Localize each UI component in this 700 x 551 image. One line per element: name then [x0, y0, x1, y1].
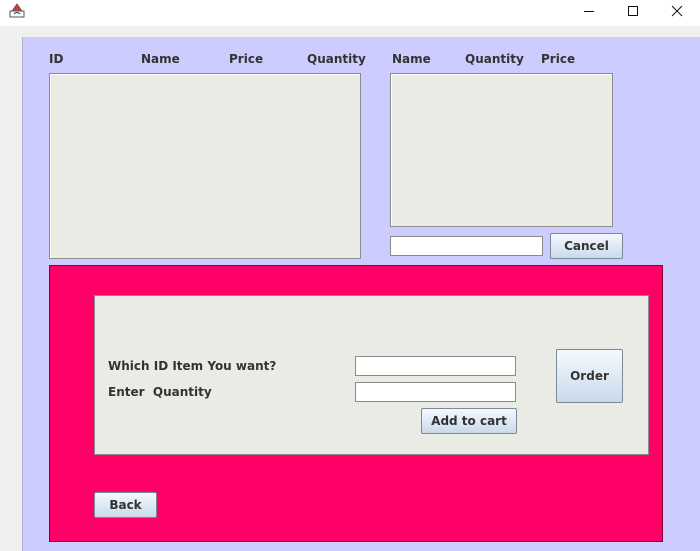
item-id-input[interactable] [355, 356, 516, 376]
order-button[interactable]: Order [556, 349, 623, 403]
menu-list[interactable] [49, 73, 361, 259]
minimize-icon [583, 2, 595, 21]
menu-header-quantity: Quantity [307, 52, 366, 66]
cart-header-quantity: Quantity [465, 52, 524, 66]
minimize-button[interactable] [566, 0, 612, 22]
item-id-label: Which ID Item You want? [108, 359, 277, 373]
menu-header-price: Price [229, 52, 264, 66]
quantity-label: Enter Quantity [108, 385, 212, 399]
close-button[interactable] [654, 0, 700, 22]
back-button[interactable]: Back [94, 492, 157, 518]
order-button-label: Order [570, 369, 609, 383]
menu-header-id: ID [49, 52, 64, 66]
java-app-icon [9, 2, 25, 18]
menu-header-name: Name [141, 52, 180, 66]
cancel-item-input[interactable] [390, 236, 543, 256]
add-to-cart-button[interactable]: Add to cart [421, 408, 517, 434]
close-icon [671, 2, 683, 21]
maximize-icon [627, 2, 639, 21]
maximize-button[interactable] [610, 0, 656, 22]
cart-header-name: Name [392, 52, 431, 66]
cancel-button-label: Cancel [564, 239, 609, 253]
quantity-input[interactable] [355, 382, 516, 402]
cancel-button[interactable]: Cancel [550, 233, 623, 259]
cart-header-price: Price [541, 52, 576, 66]
cart-list[interactable] [390, 73, 613, 227]
add-to-cart-label: Add to cart [431, 414, 507, 428]
back-button-label: Back [109, 498, 142, 512]
